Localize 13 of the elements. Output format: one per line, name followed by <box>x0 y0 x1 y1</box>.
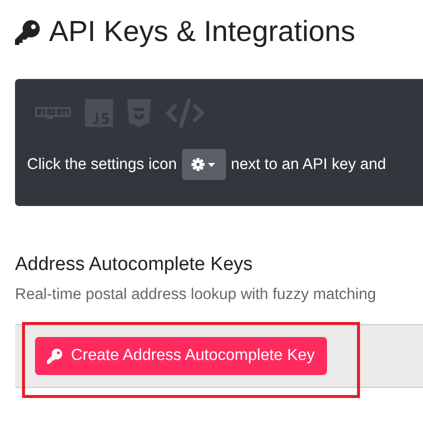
section-heading: Address Autocomplete Keys <box>15 254 254 276</box>
code-icon <box>165 98 205 128</box>
gear-caret-icon <box>182 149 226 180</box>
html5-logo-icon <box>127 99 151 127</box>
instruction-text: Click the settings icon <box>27 156 177 174</box>
key-icon <box>47 348 63 364</box>
key-icon <box>15 19 41 45</box>
npm-logo-icon <box>35 107 71 119</box>
page-title: API Keys & Integrations <box>49 16 356 48</box>
js-logo-icon <box>85 99 113 127</box>
create-key-button[interactable]: Create Address Autocomplete Key <box>35 337 327 375</box>
section-description: Real-time postal address lookup with fuzzy matching <box>15 286 377 304</box>
instruction-text: next to an API key and <box>230 156 386 174</box>
